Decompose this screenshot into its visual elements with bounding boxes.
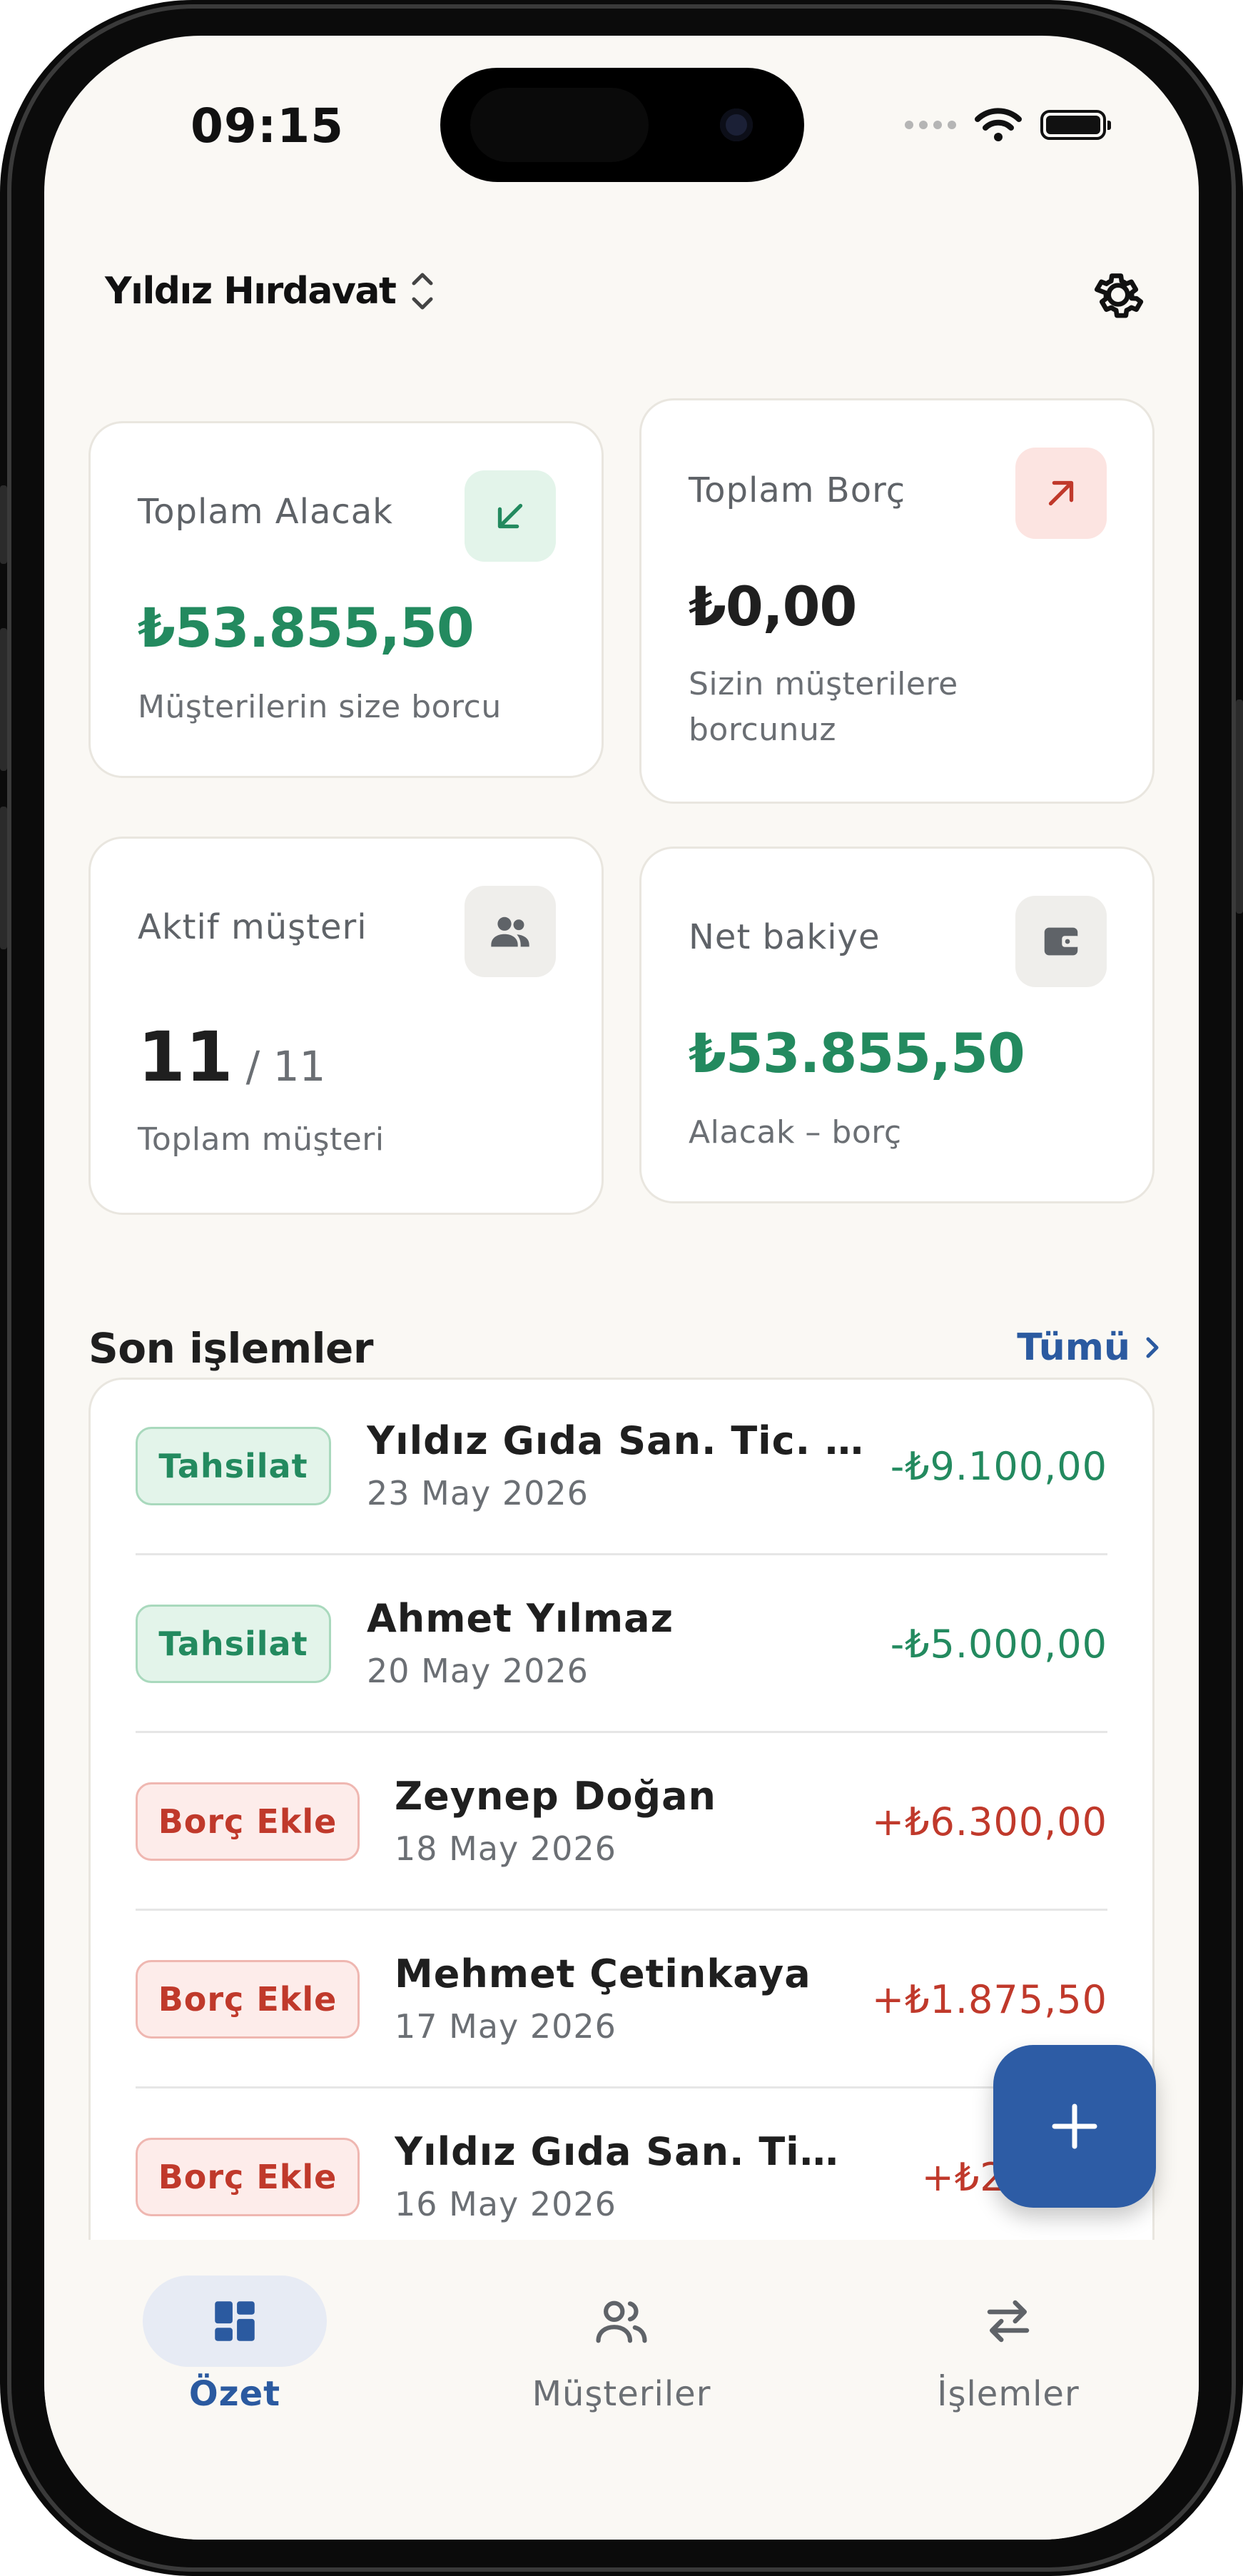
row-divider bbox=[136, 2086, 1107, 2088]
customer-name: Mehmet Çetinkaya bbox=[395, 1951, 811, 1996]
gear-icon bbox=[1094, 273, 1144, 318]
app-screen: 09:15 Yıldız Hırdavat Toplam Alacak ₺53.… bbox=[44, 36, 1199, 2540]
total-count: / 11 bbox=[245, 1042, 326, 1091]
nav-label: Müşteriler bbox=[532, 2374, 711, 2414]
total-receivable-card[interactable]: Toplam Alacak ₺53.855,50 Müşterilerin si… bbox=[88, 421, 604, 778]
total-payable-card[interactable]: Toplam Borç ₺0,00 Sizin müşterilere borc… bbox=[639, 398, 1155, 804]
card-icon-box bbox=[1015, 448, 1107, 539]
transaction-row[interactable]: Tahsilat Ahmet Yılmaz 20 May 2026 -₺5.00… bbox=[136, 1557, 1107, 1733]
card-icon-box bbox=[1015, 896, 1107, 987]
transaction-amount: +₺1.875,50 bbox=[871, 1977, 1107, 2022]
nav-item-transactions[interactable]: İşlemler bbox=[880, 2276, 1137, 2414]
arrow-down-left-icon bbox=[497, 503, 523, 529]
see-all-link[interactable]: Tümü bbox=[1017, 1326, 1163, 1369]
transaction-type-badge: Borç Ekle bbox=[136, 1782, 360, 1861]
net-balance-card[interactable]: Net bakiye ₺53.855,50 Alacak – borç bbox=[639, 847, 1155, 1203]
transaction-date: 18 May 2026 bbox=[395, 1829, 617, 1868]
customer-name: Zeynep Doğan bbox=[395, 1774, 716, 1819]
status-time: 09:15 bbox=[191, 99, 345, 153]
card-label: Aktif müşteri bbox=[138, 907, 367, 947]
transaction-date: 20 May 2026 bbox=[367, 1652, 589, 1690]
chevron-right-icon bbox=[1146, 1337, 1159, 1358]
customer-name: Yıldız Gıda San. Tic. A.... bbox=[367, 1418, 873, 1463]
status-indicators bbox=[905, 107, 1111, 143]
arrow-up-right-icon bbox=[1048, 480, 1074, 506]
net-balance-amount: ₺53.855,50 bbox=[689, 1021, 1025, 1085]
card-label: Toplam Alacak bbox=[138, 492, 393, 532]
transaction-type-badge: Borç Ekle bbox=[136, 2138, 360, 2216]
see-all-label: Tümü bbox=[1017, 1326, 1130, 1369]
nav-item-summary[interactable]: Özet bbox=[106, 2276, 363, 2414]
card-subtitle: Alacak – borç bbox=[689, 1114, 902, 1151]
active-customers-card[interactable]: Aktif müşteri 11 / 11 Toplam müşteri bbox=[88, 837, 604, 1215]
side-button-volume-up bbox=[0, 628, 7, 771]
nav-label: İşlemler bbox=[937, 2374, 1080, 2414]
people-icon bbox=[491, 916, 529, 947]
recent-transactions-title: Son işlemler bbox=[88, 1324, 373, 1373]
nav-indicator bbox=[529, 2276, 714, 2367]
customer-name: Yıldız Gıda San. Tic... bbox=[395, 2129, 844, 2174]
people-outline-icon bbox=[596, 2300, 647, 2343]
wallet-icon bbox=[1044, 927, 1080, 956]
swap-arrows-icon bbox=[987, 2300, 1030, 2343]
transaction-row[interactable]: Borç Ekle Zeynep Doğan 18 May 2026 +₺6.3… bbox=[136, 1735, 1107, 1911]
nav-item-customers[interactable]: Müşteriler bbox=[493, 2276, 750, 2414]
row-divider bbox=[136, 1553, 1107, 1555]
receivable-amount: ₺53.855,50 bbox=[138, 596, 475, 660]
side-button-silent bbox=[0, 485, 7, 564]
signal-icon bbox=[905, 121, 956, 129]
dashboard-icon bbox=[215, 2301, 255, 2341]
card-label: Toplam Borç bbox=[689, 470, 906, 510]
chevron-up-down-icon bbox=[412, 273, 433, 310]
plus-icon bbox=[1052, 2103, 1097, 2149]
front-camera bbox=[720, 108, 753, 141]
payable-amount: ₺0,00 bbox=[689, 575, 857, 638]
active-count: 11 bbox=[138, 1017, 233, 1097]
device-frame: 09:15 Yıldız Hırdavat Toplam Alacak ₺53.… bbox=[0, 0, 1243, 2576]
nav-indicator bbox=[143, 2276, 327, 2367]
transaction-row[interactable]: Borç Ekle Mehmet Çetinkaya 17 May 2026 +… bbox=[136, 1913, 1107, 2088]
transaction-type-badge: Borç Ekle bbox=[136, 1960, 360, 2039]
customer-name: Ahmet Yılmaz bbox=[367, 1596, 674, 1641]
card-subtitle: Toplam müşteri bbox=[138, 1121, 385, 1158]
business-name: Yıldız Hırdavat bbox=[105, 270, 397, 313]
business-switcher[interactable]: Yıldız Hırdavat bbox=[105, 268, 437, 315]
nav-indicator bbox=[916, 2276, 1100, 2367]
transaction-amount: +₺6.300,00 bbox=[871, 1799, 1107, 1844]
transaction-row[interactable]: Tahsilat Yıldız Gıda San. Tic. A.... 23 … bbox=[136, 1380, 1107, 1555]
card-subtitle: Müşterilerin size borcu bbox=[138, 689, 502, 725]
transaction-amount: -₺9.100,00 bbox=[890, 1444, 1107, 1489]
transaction-amount: -₺5.000,00 bbox=[890, 1622, 1107, 1667]
side-button-volume-down bbox=[0, 807, 7, 949]
transaction-type-badge: Tahsilat bbox=[136, 1427, 331, 1505]
bottom-navigation: Özet Müşteriler İşlemler bbox=[44, 2240, 1199, 2540]
dynamic-island bbox=[440, 68, 804, 182]
transaction-type-badge: Tahsilat bbox=[136, 1605, 331, 1683]
settings-button[interactable] bbox=[1084, 261, 1152, 329]
card-icon-box bbox=[465, 470, 556, 562]
transaction-date: 17 May 2026 bbox=[395, 2007, 617, 2046]
card-label: Net bakiye bbox=[689, 917, 881, 957]
row-divider bbox=[136, 1909, 1107, 1911]
transaction-date: 16 May 2026 bbox=[395, 2185, 617, 2223]
card-icon-box bbox=[465, 886, 556, 977]
nav-label: Özet bbox=[188, 2374, 281, 2414]
wifi-icon bbox=[975, 108, 1022, 141]
battery-icon bbox=[1040, 110, 1111, 140]
side-button-power bbox=[1236, 699, 1243, 914]
active-customer-count: 11 / 11 bbox=[138, 1017, 325, 1097]
row-divider bbox=[136, 1731, 1107, 1733]
add-transaction-button[interactable] bbox=[993, 2045, 1156, 2208]
transaction-date: 23 May 2026 bbox=[367, 1474, 589, 1512]
card-subtitle: Sizin müşterilere borcunuz bbox=[689, 666, 958, 748]
transactions-list: Tahsilat Yıldız Gıda San. Tic. A.... 23 … bbox=[88, 1378, 1155, 2377]
island-sensor bbox=[470, 88, 649, 162]
